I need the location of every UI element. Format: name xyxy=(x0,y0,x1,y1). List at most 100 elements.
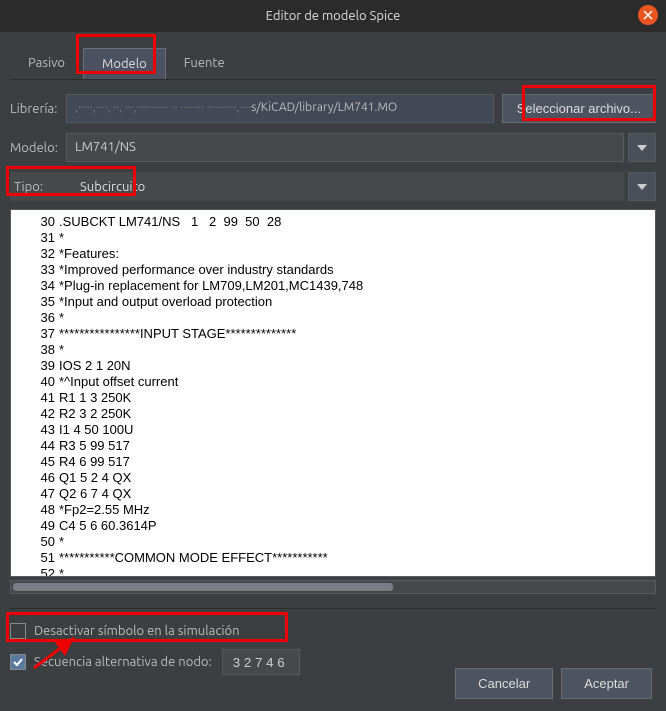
model-row: Modelo: LM741/NS xyxy=(10,133,656,162)
cancel-button[interactable]: Cancelar xyxy=(455,668,553,699)
type-select[interactable]: Tipo: Subcircuito xyxy=(10,172,624,201)
code-line: 46Q1 5 2 4 QX xyxy=(11,470,655,486)
library-path-suffix: s/KiCAD/library/LM741.MO xyxy=(251,101,397,114)
check-icon xyxy=(13,657,23,667)
line-number: 30 xyxy=(11,214,59,230)
select-file-button[interactable]: Seleccionar archivo... xyxy=(502,94,656,123)
line-number: 49 xyxy=(11,518,59,534)
type-row: Tipo: Subcircuito xyxy=(10,172,656,201)
titlebar: Editor de modelo Spice xyxy=(0,0,666,32)
horizontal-scrollbar[interactable] xyxy=(10,580,656,594)
line-content: *Plug-in replacement for LM709,LM201,MC1… xyxy=(59,278,655,294)
line-content: C4 5 6 60.3614P xyxy=(59,518,655,534)
code-line: 45R4 6 99 517 xyxy=(11,454,655,470)
code-line: 40*^Input offset current xyxy=(11,374,655,390)
line-content: Q1 5 2 4 QX xyxy=(59,470,655,486)
line-number: 48 xyxy=(11,502,59,518)
ok-button[interactable]: Aceptar xyxy=(561,668,652,699)
line-number: 31 xyxy=(11,230,59,246)
line-content: I1 4 50 100U xyxy=(59,422,655,438)
line-number: 36 xyxy=(11,310,59,326)
line-number: 34 xyxy=(11,278,59,294)
line-content: * xyxy=(59,342,655,358)
line-number: 41 xyxy=(11,390,59,406)
code-line: 41R1 1 3 250K xyxy=(11,390,655,406)
line-number: 45 xyxy=(11,454,59,470)
close-icon xyxy=(643,10,653,20)
line-number: 33 xyxy=(11,262,59,278)
window-title: Editor de modelo Spice xyxy=(266,9,401,23)
code-viewer[interactable]: 30.SUBCKT LM741/NS 1 2 99 50 2831*32*Fea… xyxy=(10,209,656,577)
line-content: * xyxy=(59,534,655,550)
line-content: * xyxy=(59,310,655,326)
code-line: 37****************INPUT STAGE***********… xyxy=(11,326,655,342)
library-input[interactable]: ,·····,····, ··, ···,··········· ·· ····… xyxy=(66,94,494,123)
line-content: .SUBCKT LM741/NS 1 2 99 50 28 xyxy=(59,214,655,230)
library-label: Librería: xyxy=(10,102,66,116)
line-content: R4 6 99 517 xyxy=(59,454,655,470)
line-number: 43 xyxy=(11,422,59,438)
node-sequence-checkbox[interactable] xyxy=(10,654,26,670)
line-number: 50 xyxy=(11,534,59,550)
line-content: Q2 6 7 4 QX xyxy=(59,486,655,502)
library-path-obscured: ,·····,····, ··, ···,··········· ·· ····… xyxy=(75,101,251,114)
code-line: 30.SUBCKT LM741/NS 1 2 99 50 28 xyxy=(11,214,655,230)
type-value: Subcircuito xyxy=(66,174,159,200)
code-line: 43I1 4 50 100U xyxy=(11,422,655,438)
code-line: 36* xyxy=(11,310,655,326)
model-input[interactable]: LM741/NS xyxy=(66,133,624,162)
line-content: ***********COMMON MODE EFFECT*********** xyxy=(59,550,655,566)
line-content: * xyxy=(59,566,655,577)
node-sequence-input[interactable] xyxy=(222,649,300,675)
type-dropdown-button[interactable] xyxy=(628,172,656,201)
line-content: ****************INPUT STAGE*************… xyxy=(59,326,655,342)
line-content: IOS 2 1 20N xyxy=(59,358,655,374)
annotation-arrow-icon xyxy=(30,632,90,672)
code-line: 52* xyxy=(11,566,655,577)
line-content: *Improved performance over industry stan… xyxy=(59,262,655,278)
line-content: *^Input offset current xyxy=(59,374,655,390)
line-content: * xyxy=(59,230,655,246)
type-label: Tipo: xyxy=(10,180,66,194)
model-dropdown-button[interactable] xyxy=(628,133,656,162)
tab-pasivo[interactable]: Pasivo xyxy=(10,48,83,79)
line-content: R1 1 3 250K xyxy=(59,390,655,406)
code-line: 34*Plug-in replacement for LM709,LM201,M… xyxy=(11,278,655,294)
chevron-down-icon xyxy=(637,184,647,190)
code-line: 48*Fp2=2.55 MHz xyxy=(11,502,655,518)
close-button[interactable] xyxy=(638,5,658,25)
code-line: 47Q2 6 7 4 QX xyxy=(11,486,655,502)
line-number: 32 xyxy=(11,246,59,262)
code-line: 33*Improved performance over industry st… xyxy=(11,262,655,278)
line-content: R2 3 2 250K xyxy=(59,406,655,422)
model-label: Modelo: xyxy=(10,141,66,155)
line-number: 38 xyxy=(11,342,59,358)
library-row: Librería: ,·····,····, ··, ···,·········… xyxy=(10,94,656,123)
code-line: 42R2 3 2 250K xyxy=(11,406,655,422)
code-line: 44R3 5 99 517 xyxy=(11,438,655,454)
code-line: 39IOS 2 1 20N xyxy=(11,358,655,374)
tab-modelo[interactable]: Modelo xyxy=(83,48,166,79)
disable-symbol-checkbox[interactable] xyxy=(10,623,26,639)
scrollbar-thumb[interactable] xyxy=(13,583,393,591)
line-number: 35 xyxy=(11,294,59,310)
code-line: 38* xyxy=(11,342,655,358)
line-number: 52 xyxy=(11,566,59,577)
line-number: 40 xyxy=(11,374,59,390)
divider xyxy=(10,608,656,609)
line-content: R3 5 99 517 xyxy=(59,438,655,454)
code-line: 35*Input and output overload protection xyxy=(11,294,655,310)
line-content: *Fp2=2.55 MHz xyxy=(59,502,655,518)
line-number: 39 xyxy=(11,358,59,374)
line-number: 51 xyxy=(11,550,59,566)
code-line: 49C4 5 6 60.3614P xyxy=(11,518,655,534)
tab-bar: Pasivo Modelo Fuente xyxy=(10,40,656,80)
line-number: 42 xyxy=(11,406,59,422)
chevron-down-icon xyxy=(637,145,647,151)
line-number: 44 xyxy=(11,438,59,454)
disable-symbol-row: Desactivar símbolo en la simulación xyxy=(10,623,656,639)
code-line: 51***********COMMON MODE EFFECT*********… xyxy=(11,550,655,566)
tab-fuente[interactable]: Fuente xyxy=(166,48,243,79)
dialog-buttons: Cancelar Aceptar xyxy=(455,668,652,699)
line-content: *Input and output overload protection xyxy=(59,294,655,310)
